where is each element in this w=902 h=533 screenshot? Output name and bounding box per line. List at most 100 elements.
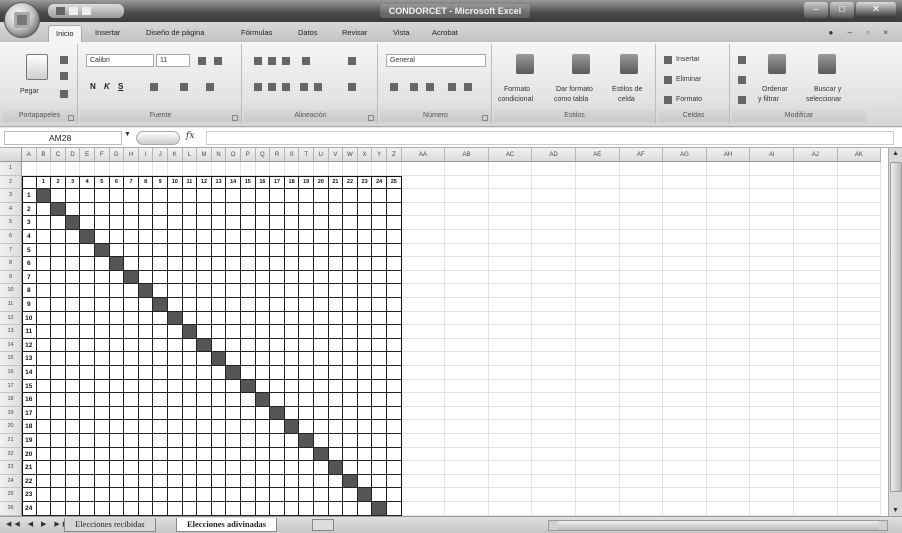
select-all-corner[interactable]: [0, 148, 22, 162]
matrix-cell[interactable]: [270, 257, 285, 271]
matrix-cell[interactable]: [241, 488, 256, 502]
column-header[interactable]: T: [299, 148, 314, 162]
cell[interactable]: [488, 325, 533, 339]
vertical-scroll-thumb[interactable]: [890, 162, 902, 492]
cell[interactable]: [663, 298, 707, 312]
cell[interactable]: [445, 243, 489, 258]
cell[interactable]: [226, 162, 241, 176]
matrix-cell[interactable]: [299, 420, 314, 434]
matrix-cell[interactable]: [255, 420, 271, 434]
matrix-cell[interactable]: [387, 461, 402, 475]
column-header[interactable]: A: [22, 148, 37, 162]
matrix-cell[interactable]: [80, 393, 95, 407]
cell[interactable]: [706, 243, 751, 258]
matrix-row-label[interactable]: 18: [22, 420, 37, 434]
matrix-cell[interactable]: [372, 406, 387, 421]
cell[interactable]: [706, 338, 751, 353]
cell[interactable]: [619, 420, 664, 434]
matrix-cell[interactable]: [387, 338, 402, 353]
cell[interactable]: [445, 406, 489, 421]
matrix-cell[interactable]: [138, 352, 154, 366]
matrix-cell[interactable]: [168, 447, 183, 462]
matrix-cell[interactable]: [255, 447, 271, 462]
matrix-cell[interactable]: [36, 257, 52, 271]
cell[interactable]: [794, 311, 838, 326]
matrix-cell[interactable]: [182, 189, 198, 203]
tab-vista[interactable]: Vista: [393, 28, 410, 37]
matrix-cell[interactable]: [36, 284, 52, 298]
matrix-cell[interactable]: [80, 406, 95, 421]
matrix-col-label[interactable]: 20: [314, 175, 329, 190]
matrix-cell[interactable]: [299, 325, 314, 339]
matrix-cell[interactable]: [343, 243, 358, 258]
cell[interactable]: [488, 189, 533, 203]
cell[interactable]: [532, 420, 576, 434]
row-header[interactable]: 3: [0, 189, 22, 203]
cell[interactable]: [532, 474, 576, 489]
matrix-cell[interactable]: [270, 311, 285, 326]
paste-label[interactable]: Pegar: [20, 88, 39, 95]
cell[interactable]: [95, 162, 110, 176]
matrix-cell[interactable]: [51, 270, 66, 285]
row-header[interactable]: 23: [0, 461, 22, 475]
cell-styles-label-2[interactable]: celda: [618, 96, 635, 103]
matrix-cell[interactable]: [255, 325, 271, 339]
matrix-cell[interactable]: [36, 298, 52, 312]
cell[interactable]: [663, 352, 707, 366]
matrix-cell[interactable]: [80, 352, 95, 366]
matrix-cell[interactable]: [211, 461, 227, 475]
cell[interactable]: [532, 461, 576, 475]
cell[interactable]: [794, 216, 838, 230]
cell[interactable]: [750, 202, 794, 217]
matrix-cell[interactable]: [357, 257, 373, 271]
matrix-cell[interactable]: [65, 270, 81, 285]
matrix-cell[interactable]: [197, 461, 212, 475]
cell[interactable]: [401, 311, 446, 326]
matrix-cell[interactable]: [357, 502, 373, 516]
matrix-cell[interactable]: [51, 189, 66, 203]
matrix-cell[interactable]: [284, 202, 300, 217]
find-label-2[interactable]: seleccionar: [806, 96, 841, 103]
cell[interactable]: [706, 325, 751, 339]
copy-icon[interactable]: [60, 72, 68, 80]
matrix-cell[interactable]: [168, 270, 183, 285]
cell[interactable]: [837, 257, 882, 271]
matrix-cell[interactable]: [357, 284, 373, 298]
cell[interactable]: [663, 474, 707, 489]
matrix-cell[interactable]: [255, 366, 271, 380]
cell[interactable]: [619, 434, 664, 448]
matrix-cell[interactable]: [226, 257, 241, 271]
matrix-diagonal-cell[interactable]: [95, 243, 110, 258]
matrix-cell[interactable]: [124, 257, 139, 271]
matrix-cell[interactable]: [138, 270, 154, 285]
column-header[interactable]: AK: [837, 148, 882, 162]
matrix-cell[interactable]: [387, 230, 402, 244]
matrix-cell[interactable]: [387, 257, 402, 271]
matrix-cell[interactable]: [109, 325, 125, 339]
matrix-cell[interactable]: [372, 352, 387, 366]
cell[interactable]: [532, 325, 576, 339]
cell[interactable]: [488, 338, 533, 353]
bold-icon[interactable]: N: [90, 82, 96, 91]
matrix-cell[interactable]: [372, 393, 387, 407]
matrix-cell[interactable]: [65, 202, 81, 217]
matrix-cell[interactable]: [124, 488, 139, 502]
matrix-cell[interactable]: [65, 447, 81, 462]
cell[interactable]: [706, 502, 751, 516]
cond-format-label-1[interactable]: Formato: [504, 86, 530, 93]
column-header[interactable]: AE: [576, 148, 620, 162]
cell[interactable]: [576, 284, 620, 298]
matrix-cell[interactable]: [387, 298, 402, 312]
column-header[interactable]: U: [314, 148, 329, 162]
matrix-cell[interactable]: [270, 447, 285, 462]
matrix-cell[interactable]: [124, 230, 139, 244]
row-header[interactable]: 2: [0, 175, 22, 190]
matrix-cell[interactable]: [284, 474, 300, 489]
insert-sheet-icon[interactable]: [312, 519, 334, 531]
cell[interactable]: [445, 175, 489, 190]
matrix-cell[interactable]: [328, 216, 344, 230]
cell[interactable]: [532, 447, 576, 462]
matrix-cell[interactable]: [211, 325, 227, 339]
row-header[interactable]: 1: [0, 162, 22, 176]
matrix-cell[interactable]: [255, 461, 271, 475]
